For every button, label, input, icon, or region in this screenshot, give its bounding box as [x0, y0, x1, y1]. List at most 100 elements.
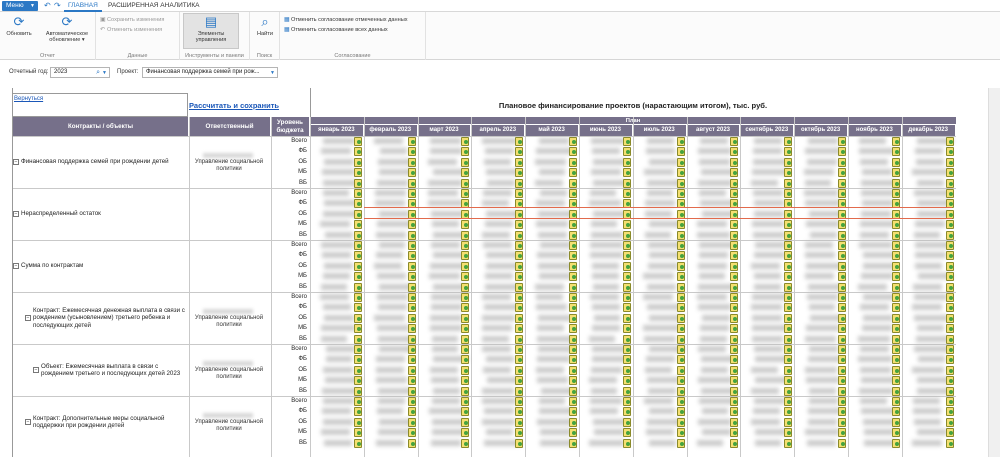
approve-icon[interactable] [515, 189, 524, 198]
approve-icon[interactable] [407, 272, 416, 282]
approve-icon[interactable] [784, 189, 793, 198]
approve-icon[interactable] [838, 313, 846, 323]
approve-icon[interactable] [353, 386, 362, 396]
approve-icon[interactable] [891, 261, 900, 271]
approve-icon[interactable] [676, 147, 685, 157]
approve-icon[interactable] [838, 209, 846, 219]
chevron-down-icon[interactable]: ▼ [102, 69, 107, 77]
approve-icon[interactable] [515, 376, 524, 386]
approve-icon[interactable] [461, 386, 470, 396]
approve-icon[interactable] [622, 355, 631, 365]
approve-icon[interactable] [676, 397, 685, 406]
approve-icon[interactable] [891, 397, 900, 406]
approve-icon[interactable] [407, 220, 416, 230]
approve-icon[interactable] [515, 397, 524, 406]
approve-icon[interactable] [891, 386, 900, 396]
approve-icon[interactable] [838, 147, 846, 157]
approve-icon[interactable] [784, 220, 793, 230]
approve-icon[interactable] [569, 324, 577, 334]
approve-icon[interactable] [784, 407, 793, 417]
approve-icon[interactable] [622, 137, 631, 146]
approve-icon[interactable] [945, 303, 954, 313]
approve-icon[interactable] [730, 397, 739, 406]
approve-icon[interactable] [515, 438, 524, 448]
approve-icon[interactable] [838, 407, 846, 417]
approve-icon[interactable] [461, 209, 470, 219]
approve-icon[interactable] [353, 272, 362, 282]
approve-icon[interactable] [622, 230, 631, 240]
approve-icon[interactable] [461, 157, 470, 167]
approve-icon[interactable] [515, 230, 524, 240]
approve-icon[interactable] [891, 220, 900, 230]
approve-icon[interactable] [676, 241, 685, 250]
approve-icon[interactable] [676, 220, 685, 230]
approve-icon[interactable] [891, 407, 900, 417]
approve-icon[interactable] [784, 334, 793, 344]
approve-icon[interactable] [461, 365, 470, 375]
approve-icon[interactable] [838, 220, 846, 230]
collapse-toggle-icon[interactable]: − [25, 315, 31, 321]
refresh-button[interactable]: ⟳ Обновить [4, 15, 34, 38]
approve-icon[interactable] [353, 376, 362, 386]
approve-icon[interactable] [461, 355, 470, 365]
approve-icon[interactable] [569, 251, 577, 261]
approve-icon[interactable] [407, 313, 416, 323]
approve-icon[interactable] [784, 137, 793, 146]
approve-icon[interactable] [676, 303, 685, 313]
approve-icon[interactable] [891, 272, 900, 282]
approve-icon[interactable] [461, 376, 470, 386]
approve-icon[interactable] [461, 324, 470, 334]
approve-icon[interactable] [676, 168, 685, 178]
approve-icon[interactable] [461, 428, 470, 438]
approve-icon[interactable] [730, 157, 739, 167]
approve-icon[interactable] [945, 417, 954, 427]
approve-icon[interactable] [730, 324, 739, 334]
approve-icon[interactable] [838, 261, 846, 271]
approve-icon[interactable] [353, 324, 362, 334]
approve-icon[interactable] [569, 313, 577, 323]
calculate-save-link[interactable]: Рассчитать и сохранить [189, 101, 279, 110]
approve-icon[interactable] [407, 251, 416, 261]
approve-icon[interactable] [676, 438, 685, 448]
approve-icon[interactable] [676, 428, 685, 438]
approve-icon[interactable] [838, 168, 846, 178]
approve-icon[interactable] [515, 241, 524, 250]
approve-icon[interactable] [407, 199, 416, 209]
approve-icon[interactable] [676, 282, 685, 292]
approve-icon[interactable] [730, 438, 739, 448]
approve-icon[interactable] [407, 428, 416, 438]
approve-icon[interactable] [461, 137, 470, 146]
approve-icon[interactable] [676, 417, 685, 427]
approve-icon[interactable] [353, 334, 362, 344]
approve-icon[interactable] [730, 220, 739, 230]
approve-icon[interactable] [407, 345, 416, 354]
approve-icon[interactable] [353, 303, 362, 313]
approve-icon[interactable] [891, 168, 900, 178]
approve-icon[interactable] [730, 386, 739, 396]
approve-icon[interactable] [730, 241, 739, 250]
collapse-toggle-icon[interactable]: − [25, 419, 31, 425]
approve-icon[interactable] [784, 199, 793, 209]
approve-icon[interactable] [407, 397, 416, 406]
approve-icon[interactable] [945, 272, 954, 282]
approve-icon[interactable] [730, 199, 739, 209]
approve-icon[interactable] [838, 189, 846, 198]
approve-icon[interactable] [515, 334, 524, 344]
approve-icon[interactable] [569, 303, 577, 313]
project-select[interactable]: Финансовая поддержка семей при рож... ▼ [142, 67, 278, 78]
approve-icon[interactable] [515, 417, 524, 427]
approve-icon[interactable] [622, 147, 631, 157]
approve-icon[interactable] [515, 428, 524, 438]
approve-icon[interactable] [784, 178, 793, 188]
approve-icon[interactable] [461, 261, 470, 271]
approve-icon[interactable] [569, 417, 577, 427]
approve-icon[interactable] [407, 376, 416, 386]
approve-icon[interactable] [838, 241, 846, 250]
approve-icon[interactable] [838, 345, 846, 354]
approve-icon[interactable] [676, 230, 685, 240]
approve-icon[interactable] [353, 230, 362, 240]
approve-icon[interactable] [515, 147, 524, 157]
approve-icon[interactable] [569, 438, 577, 448]
approve-icon[interactable] [730, 178, 739, 188]
approve-icon[interactable] [622, 345, 631, 354]
